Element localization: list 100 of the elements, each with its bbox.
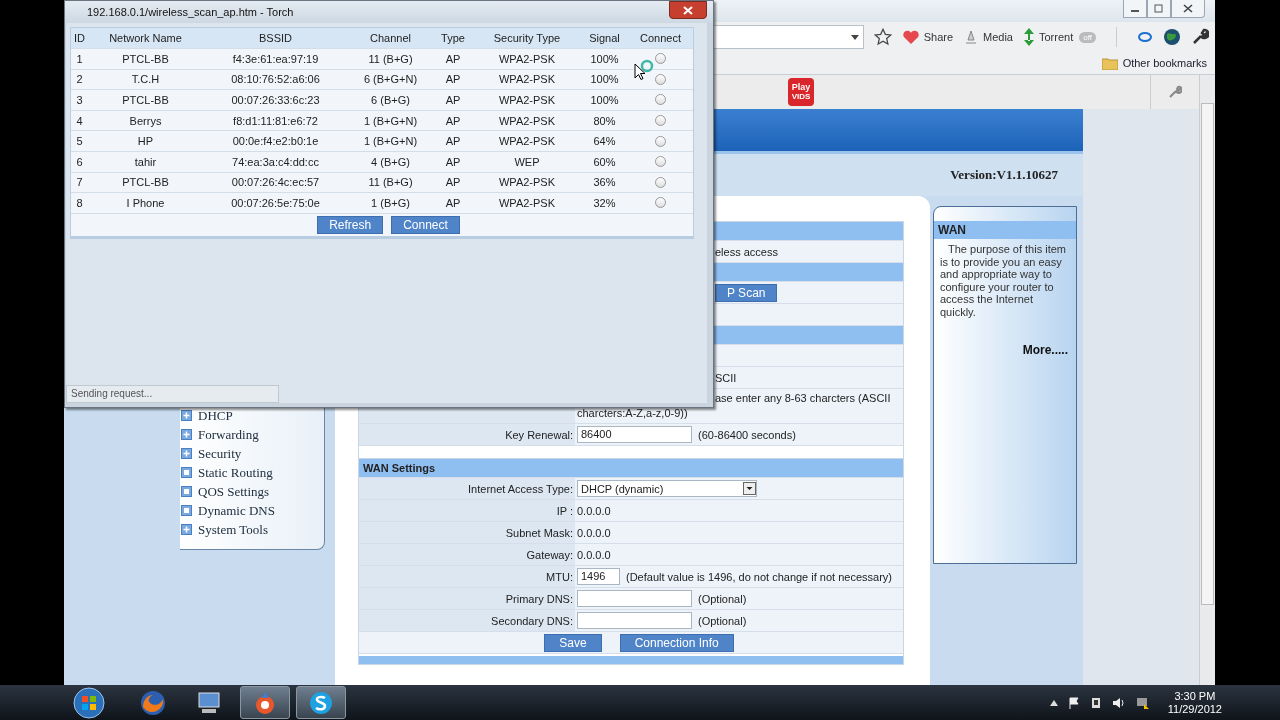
- input-field[interactable]: [577, 590, 692, 607]
- scan-button[interactable]: P Scan: [715, 283, 778, 302]
- table-cell-text: 4 (B+G): [370, 155, 411, 168]
- dropdown-caret-icon[interactable]: [850, 34, 859, 40]
- table-cell-text: WPA2-PSK: [498, 73, 556, 86]
- table-cell-text: 4: [75, 114, 84, 127]
- radio-button[interactable]: [655, 73, 666, 85]
- close-button[interactable]: [1171, 0, 1205, 18]
- table-cell-text: WPA2-PSK: [498, 135, 556, 148]
- globe-icon[interactable]: [1163, 28, 1181, 46]
- radio-button[interactable]: [655, 135, 666, 147]
- table-cell-text: WPA2-PSK: [498, 114, 556, 127]
- minimize-button[interactable]: [1123, 0, 1147, 18]
- radio-button[interactable]: [655, 156, 666, 168]
- wrench-icon[interactable]: [1168, 85, 1182, 99]
- input-field[interactable]: [577, 612, 692, 629]
- menu-item[interactable]: System Tools: [180, 520, 324, 539]
- radio-button[interactable]: [655, 94, 666, 106]
- table-cell-text: 5: [75, 135, 84, 148]
- menu-item[interactable]: Forwarding: [180, 425, 324, 444]
- table-cell-text: AP: [444, 114, 462, 127]
- device-icon[interactable]: [1089, 696, 1102, 709]
- tray-arrow-icon[interactable]: [1049, 699, 1058, 706]
- plus-icon: [181, 410, 192, 421]
- table-cell-text: f8:d1:11:81:e6:72: [232, 114, 319, 127]
- table-cell-text: WPA2-PSK: [498, 176, 556, 189]
- more-link[interactable]: More.....: [1022, 342, 1068, 357]
- section-title: WAN Settings: [363, 462, 436, 474]
- menu-item[interactable]: DHCP: [180, 406, 324, 425]
- loading-icon: [640, 59, 654, 73]
- taskbar-app-icon[interactable]: [296, 686, 346, 719]
- plus-icon: [181, 429, 192, 440]
- page-icon: [181, 467, 192, 478]
- table-cell-text: 6 (B+G+N): [362, 73, 419, 86]
- field-hint: (60-86400 seconds): [698, 428, 796, 441]
- table-cell-text: AP: [444, 52, 462, 65]
- flag-icon[interactable]: [1067, 696, 1080, 709]
- page-icon: [181, 505, 192, 516]
- column-header: Security Type: [492, 32, 562, 44]
- table-cell-text: 60%: [592, 155, 617, 168]
- menu-item[interactable]: Static Routing: [180, 463, 324, 482]
- radio-button[interactable]: [655, 197, 666, 209]
- table-cell-text: 80%: [592, 114, 617, 127]
- table-cell-text: 100%: [589, 94, 620, 106]
- window-title: 192.168.0.1/wireless_scan_ap.htm - Torch: [87, 6, 294, 18]
- table-cell-text: 1: [75, 52, 84, 65]
- network-icon[interactable]: [1135, 696, 1150, 709]
- field-hint: (Optional): [698, 614, 747, 627]
- plus-icon: [181, 448, 192, 459]
- input-field[interactable]: 1496: [577, 568, 620, 585]
- radio-button[interactable]: [655, 115, 666, 127]
- menu-item[interactable]: QOS Settings: [180, 482, 324, 501]
- radio-button[interactable]: [655, 53, 666, 65]
- field-label: Internet Access Type:: [468, 482, 573, 495]
- toolbar-button[interactable]: Torrent: [1023, 28, 1074, 46]
- close-icon: [683, 5, 693, 15]
- field-hint: (Optional): [698, 592, 747, 605]
- table-cell-text: 64%: [592, 135, 617, 148]
- field-value: SCII: [714, 371, 737, 384]
- radio-button[interactable]: [655, 176, 666, 188]
- table-cell-text: AP: [444, 155, 462, 168]
- settings-icon[interactable]: [1191, 28, 1209, 46]
- link-icon[interactable]: [1137, 30, 1153, 44]
- table-cell-text: I Phone: [125, 196, 166, 209]
- star-icon[interactable]: [873, 28, 892, 46]
- plus-icon: [181, 524, 192, 535]
- version-label: Version:V1.1.10627: [950, 167, 1058, 183]
- table-cell-text: tahir: [133, 155, 158, 168]
- table-cell-text: 1 (B+G+N): [362, 135, 419, 148]
- close-button[interactable]: [669, 1, 707, 19]
- form-button[interactable]: Connection Info: [619, 633, 734, 652]
- table-cell-text: PTCL-BB: [121, 176, 170, 189]
- input-field[interactable]: 86400: [577, 426, 692, 443]
- scrollbar[interactable]: [1199, 75, 1215, 685]
- table-cell-text: 6: [75, 155, 84, 168]
- field-value: 0.0.0.0: [577, 526, 611, 539]
- table-cell-text: AP: [444, 196, 462, 209]
- dialog-button[interactable]: Connect: [391, 215, 460, 234]
- table-cell-text: WEP: [513, 155, 541, 168]
- menu-item[interactable]: Security: [180, 444, 324, 463]
- taskbar-app-icon[interactable]: [240, 686, 290, 719]
- speaker-icon[interactable]: [1111, 696, 1126, 709]
- table-cell-text: 00:07:26:33:6c:23: [230, 94, 321, 106]
- table-cell-text: PTCL-BB: [121, 52, 170, 65]
- column-header: Type: [440, 32, 466, 44]
- dialog-button[interactable]: Refresh: [317, 215, 384, 234]
- select-field[interactable]: DHCP (dynamic): [577, 480, 757, 497]
- bookmark-folder[interactable]: Other bookmarks: [1101, 56, 1207, 70]
- column-header: ID: [73, 32, 86, 44]
- form-button[interactable]: Save: [544, 633, 602, 652]
- page-icon: [181, 486, 192, 497]
- menu-item[interactable]: Dynamic DNS: [180, 501, 324, 520]
- table-cell-text: 74:ea:3a:c4:dd:cc: [231, 155, 320, 168]
- toolbar-button[interactable]: Share: [901, 29, 954, 45]
- toolbar-button[interactable]: Media: [963, 29, 1013, 45]
- extension-button[interactable]: Play VIDS: [788, 78, 814, 106]
- cursor-icon: [634, 63, 645, 80]
- folder-icon: [1101, 56, 1118, 70]
- table-cell-text: AP: [444, 176, 462, 189]
- start-button[interactable]: [72, 685, 106, 720]
